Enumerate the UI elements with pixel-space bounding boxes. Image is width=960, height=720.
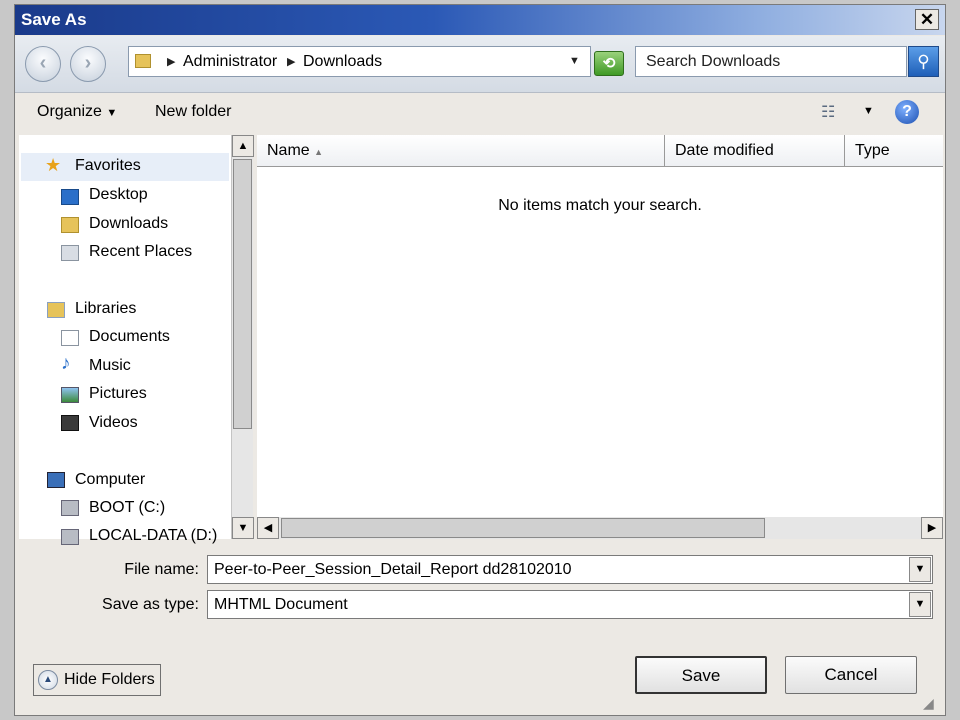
recent-places-icon	[61, 245, 79, 261]
sidebar-item-pictures[interactable]: Pictures	[89, 385, 147, 403]
sidebar-item-boot-c[interactable]: BOOT (C:)	[89, 499, 165, 517]
music-note-icon: ♪	[61, 353, 71, 374]
sidebar-item-desktop[interactable]: Desktop	[89, 186, 148, 204]
collapse-icon: ▲	[38, 670, 58, 690]
empty-message: No items match your search.	[498, 197, 702, 214]
new-folder-button[interactable]: New folder	[155, 103, 231, 121]
refresh-icon: ⟲	[602, 55, 616, 72]
back-button[interactable]: ‹	[25, 46, 61, 82]
sidebar-computer[interactable]: Computer	[75, 471, 145, 489]
back-arrow-icon: ‹	[39, 52, 47, 74]
close-button[interactable]: ✕	[915, 9, 939, 30]
search-icon: ⚲	[917, 52, 930, 71]
chevron-down-icon: ▼	[106, 107, 118, 119]
column-name-label: Name	[267, 142, 310, 159]
forward-arrow-icon: ›	[84, 52, 92, 74]
column-header-date-modified[interactable]: Date modified	[665, 135, 845, 167]
scroll-up-icon[interactable]: ▲	[232, 135, 254, 157]
column-header-type[interactable]: Type	[845, 135, 943, 167]
sidebar-item-videos[interactable]: Videos	[89, 414, 138, 432]
save-button[interactable]: Save	[635, 656, 767, 694]
folder-icon	[135, 54, 151, 68]
sidebar-item-local-data-d[interactable]: LOCAL-DATA (D:)	[89, 527, 217, 545]
breadcrumb-downloads[interactable]: Downloads	[303, 53, 382, 71]
computer-icon	[47, 472, 65, 488]
sidebar-item-documents[interactable]: Documents	[89, 328, 170, 346]
file-name-value: Peer-to-Peer_Session_Detail_Report dd281…	[214, 561, 572, 578]
breadcrumb-arrow-icon[interactable]: ▶	[287, 55, 295, 68]
breadcrumb-administrator[interactable]: Administrator	[183, 53, 277, 71]
save-as-type-label: Save as type:	[102, 596, 199, 613]
sidebar-item-downloads[interactable]: Downloads	[89, 215, 168, 233]
save-as-dialog: Save As ✕ ‹ › ▶ Administrator ▶ Download…	[14, 4, 946, 716]
downloads-folder-icon	[61, 217, 79, 233]
navigation-scrollbar[interactable]: ▲ ▼	[231, 135, 254, 539]
file-name-input[interactable]: Peer-to-Peer_Session_Detail_Report dd281…	[207, 555, 933, 584]
hide-folders-button[interactable]: ▲ Hide Folders	[33, 664, 161, 696]
scroll-left-icon[interactable]: ◀	[257, 517, 279, 539]
sidebar-favorites[interactable]: Favorites	[75, 157, 141, 175]
address-bar[interactable]: ▶ Administrator ▶ Downloads ▼	[128, 46, 591, 77]
resize-grip-icon[interactable]: ◢	[923, 695, 934, 712]
view-options-icon[interactable]: ☷	[821, 102, 835, 122]
file-name-label: File name:	[124, 561, 199, 578]
libraries-icon	[47, 302, 65, 318]
save-as-type-value: MHTML Document	[214, 596, 348, 613]
drive-d-icon	[61, 529, 79, 545]
search-input[interactable]: Search Downloads	[635, 46, 907, 77]
pictures-icon	[61, 387, 79, 403]
sidebar-libraries[interactable]: Libraries	[75, 300, 136, 318]
cancel-button[interactable]: Cancel	[785, 656, 917, 694]
file-name-dropdown-icon[interactable]: ▼	[909, 557, 931, 582]
dialog-title: Save As	[21, 10, 87, 29]
documents-icon	[61, 330, 79, 346]
search-button[interactable]: ⚲	[908, 46, 939, 77]
scroll-right-icon[interactable]: ▶	[921, 517, 943, 539]
breadcrumb-arrow-icon[interactable]: ▶	[167, 55, 175, 68]
save-as-type-select[interactable]: MHTML Document	[207, 590, 933, 619]
scrollbar-thumb[interactable]	[233, 159, 252, 429]
hscroll-thumb[interactable]	[281, 518, 765, 538]
sidebar-item-music[interactable]: Music	[89, 357, 131, 375]
title-bar: Save As ✕	[15, 5, 945, 35]
hide-folders-label: Hide Folders	[64, 671, 155, 688]
sidebar-item-recent-places[interactable]: Recent Places	[89, 243, 192, 261]
file-list-pane: Name ▲ Date modified Type No items match…	[257, 135, 943, 519]
organize-label: Organize	[37, 103, 102, 120]
save-as-type-dropdown-icon[interactable]: ▼	[909, 592, 931, 617]
star-icon: ★	[45, 155, 62, 175]
forward-button[interactable]: ›	[70, 46, 106, 82]
desktop-icon	[61, 189, 79, 205]
navigation-pane: ★ Favorites Desktop Downloads Recent Pla…	[19, 135, 231, 545]
view-dropdown-icon[interactable]: ▼	[863, 105, 874, 117]
refresh-button[interactable]: ⟲	[594, 51, 624, 76]
drive-c-icon	[61, 500, 79, 516]
column-header-name[interactable]: Name ▲	[257, 135, 665, 167]
help-button[interactable]: ?	[895, 100, 919, 124]
file-list-hscrollbar[interactable]: ◀ ▶	[257, 517, 943, 539]
scroll-down-icon[interactable]: ▼	[232, 517, 254, 539]
sort-ascending-icon: ▲	[314, 147, 324, 157]
address-dropdown-icon[interactable]: ▼	[569, 55, 580, 67]
organize-button[interactable]: Organize ▼	[37, 103, 117, 121]
videos-icon	[61, 415, 79, 431]
search-placeholder: Search Downloads	[646, 53, 781, 70]
